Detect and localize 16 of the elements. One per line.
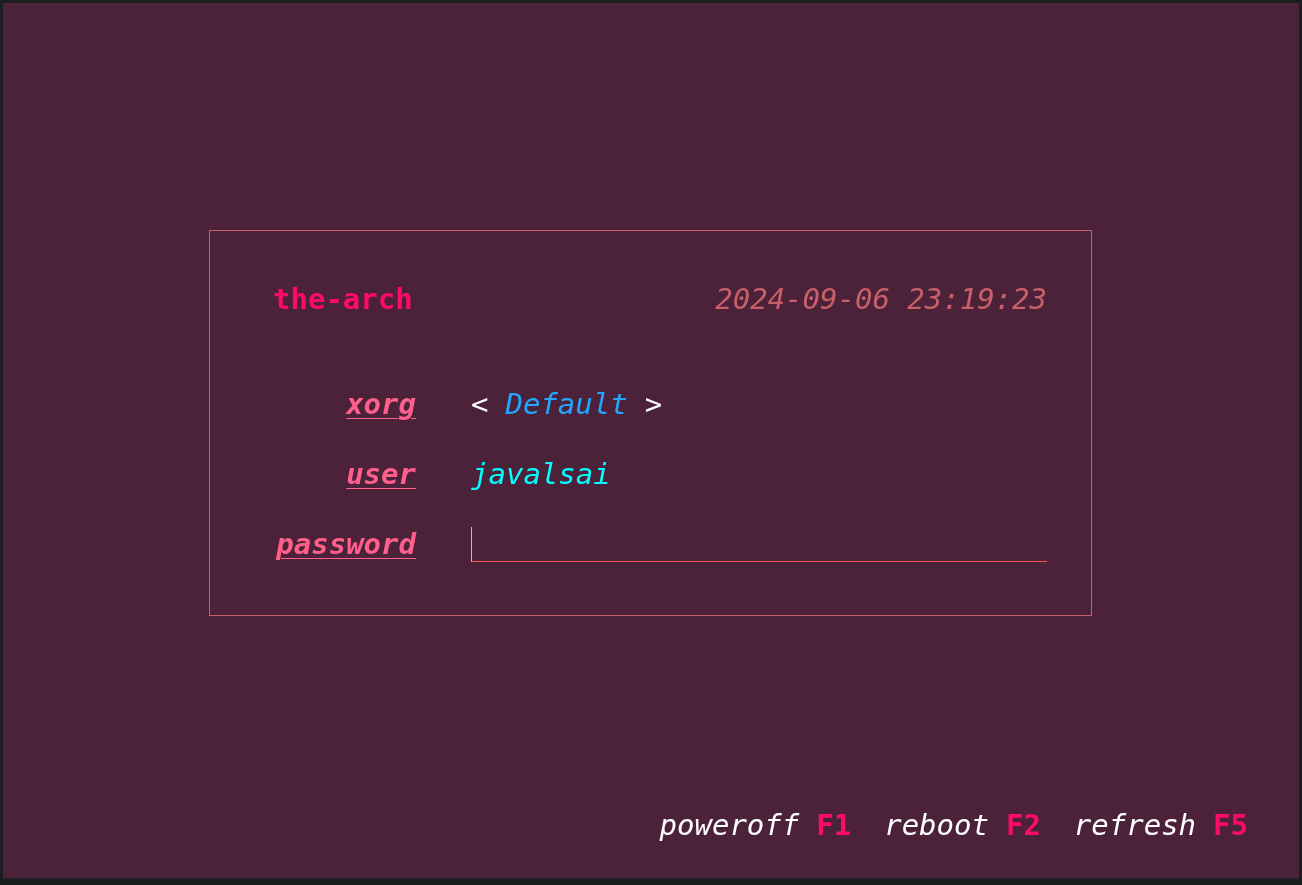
key-hint[interactable]: F1 — [816, 805, 852, 845]
key-hint[interactable]: F5 — [1213, 805, 1248, 845]
action-label: refresh — [1073, 807, 1197, 844]
password-field[interactable] — [471, 526, 1047, 562]
clock: 2024-09-06 23:19:23 — [715, 281, 1047, 318]
field-label: xorg — [346, 386, 416, 423]
next-arrow[interactable]: > — [644, 384, 663, 424]
previous-arrow[interactable]: < — [471, 384, 489, 424]
session-value[interactable]: Default — [505, 384, 628, 424]
username-value[interactable]: javalsai — [471, 454, 611, 494]
action-label: poweroff — [659, 807, 800, 844]
field-label: password — [276, 526, 416, 563]
key-hint[interactable]: F2 — [1005, 805, 1041, 845]
field-label: user — [346, 456, 416, 493]
action-label: reboot — [884, 807, 989, 844]
hostname: the-arch — [273, 281, 413, 318]
